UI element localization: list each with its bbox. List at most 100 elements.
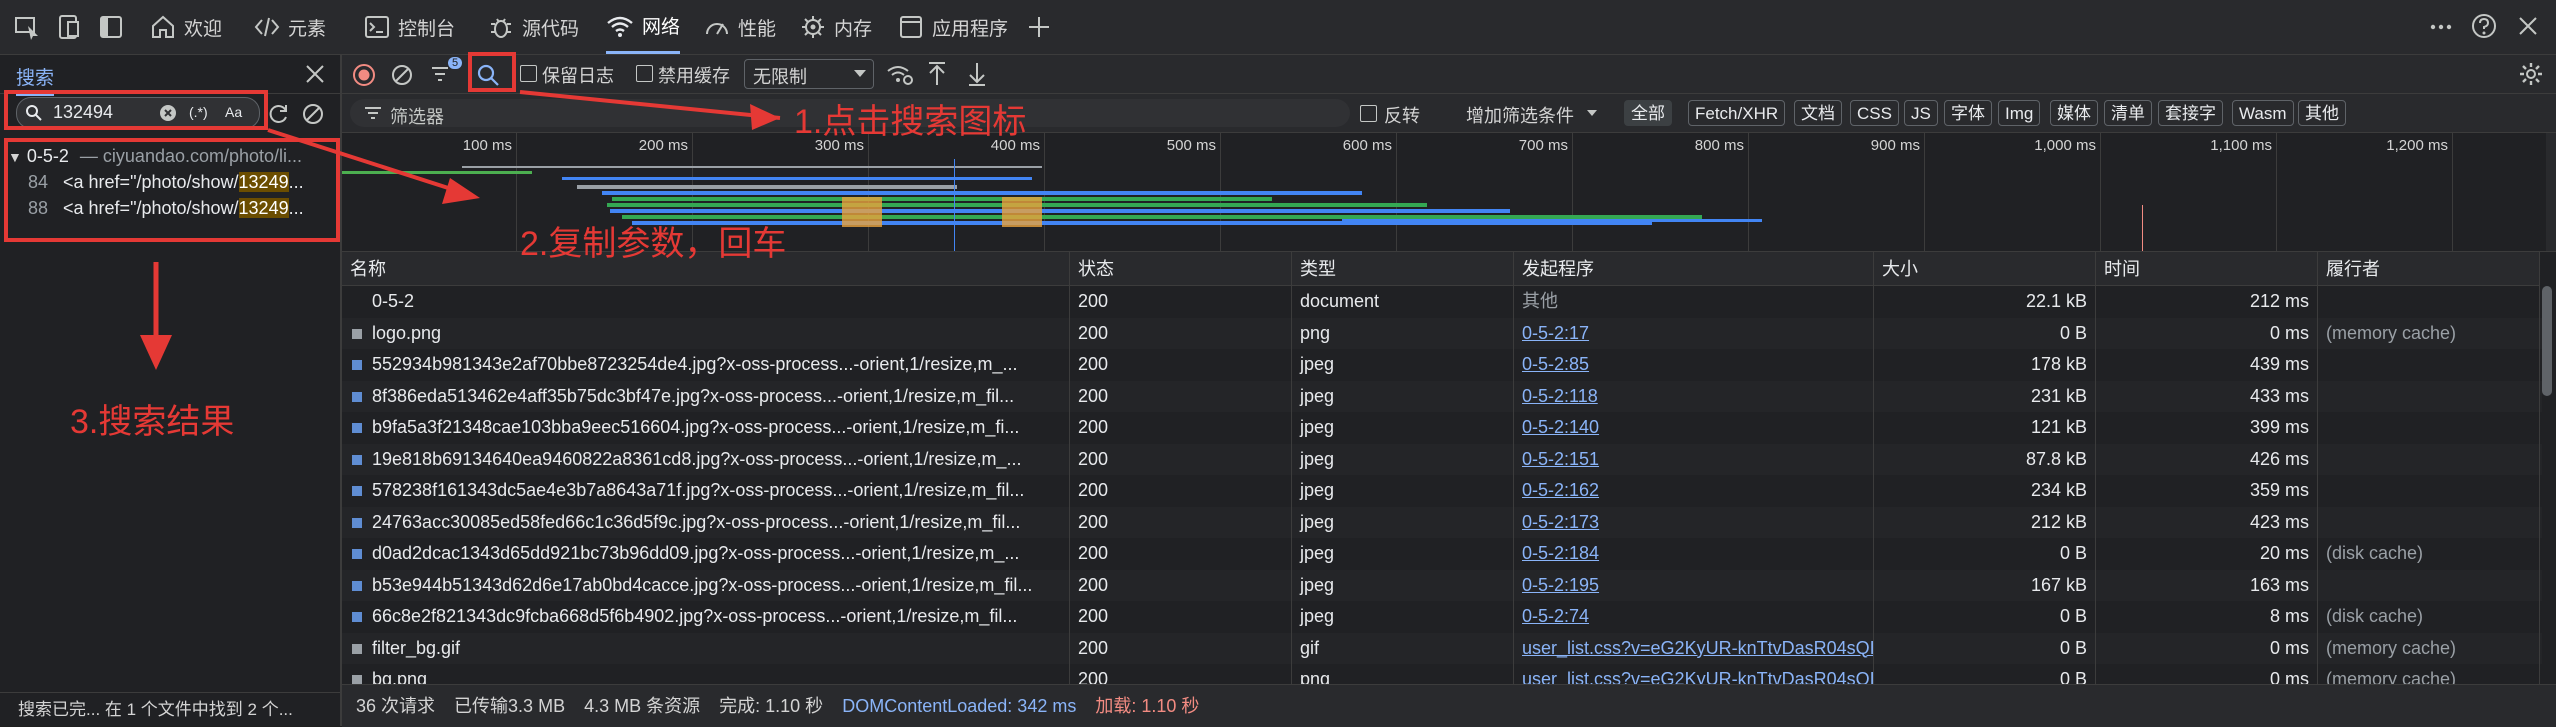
device-toolbar-icon[interactable]: [54, 12, 84, 42]
clear-results-icon[interactable]: [302, 103, 324, 125]
overview-scrollbar[interactable]: [2546, 133, 2556, 251]
disable-cache-checkbox[interactable]: [636, 65, 653, 82]
cell-initiator[interactable]: 0-5-2:74: [1514, 601, 1874, 633]
column-header-status[interactable]: 状态: [1070, 252, 1292, 286]
table-row[interactable]: 19e818b69134640ea9460822a8361cd8.jpg?x-o…: [342, 443, 2542, 475]
cell-name: 8f386eda513462e4aff35b75dc3bf47e.jpg?x-o…: [342, 380, 1070, 412]
table-row[interactable]: b9fa5a3f21348cae103bba9eec516604.jpg?x-o…: [342, 412, 2542, 444]
invert-checkbox[interactable]: [1360, 105, 1377, 122]
column-header-time[interactable]: 时间: [2096, 252, 2318, 286]
table-row[interactable]: b53e944b51343d62d6e17ab0bd4cacce.jpg?x-o…: [342, 569, 2542, 601]
cell-fulfilled: (memory cache): [2318, 664, 2540, 684]
cell-name: logo.png: [342, 317, 1070, 349]
cell-initiator[interactable]: 0-5-2:85: [1514, 349, 1874, 381]
close-search-panel-icon[interactable]: [304, 63, 326, 85]
table-row[interactable]: 66c8e2f821343dc9fcba668d5f6b4902.jpg?x-o…: [342, 601, 2542, 633]
cell-status: 200: [1070, 286, 1292, 318]
more-filters-dropdown[interactable]: 增加筛选条件: [1466, 102, 1574, 128]
filter-type-font[interactable]: 字体: [1944, 100, 1992, 126]
tab-application[interactable]: 应用程序: [898, 0, 1008, 54]
cell-initiator[interactable]: user_list.css?v=eG2KyUR-knTtvDasR04sQI: [1514, 664, 1874, 684]
more-options-icon[interactable]: [2428, 14, 2454, 40]
load-time: 加载: 1.10 秒: [1095, 696, 1200, 716]
cell-initiator[interactable]: 0-5-2:184: [1514, 538, 1874, 570]
cell-time: 0 ms: [2096, 664, 2318, 684]
add-tab-icon[interactable]: [1026, 14, 1052, 40]
clear-icon[interactable]: [390, 63, 414, 87]
tab-console[interactable]: 控制台: [364, 0, 455, 54]
cell-initiator[interactable]: 0-5-2:118: [1514, 380, 1874, 412]
cell-size: 0 B: [1874, 664, 2096, 684]
cell-fulfilled: [2318, 475, 2540, 507]
record-icon[interactable]: [352, 63, 376, 87]
cell-initiator[interactable]: 0-5-2:173: [1514, 506, 1874, 538]
help-icon[interactable]: [2470, 12, 2498, 40]
cell-initiator[interactable]: 0-5-2:17: [1514, 317, 1874, 349]
column-header-initiator[interactable]: 发起程序: [1514, 252, 1874, 286]
table-row[interactable]: 578238f161343dc5ae4e3b7a8643a71f.jpg?x-o…: [342, 475, 2542, 507]
filter-type-doc[interactable]: 文档: [1794, 100, 1842, 126]
cell-status: 200: [1070, 506, 1292, 538]
tab-elements[interactable]: 元素: [254, 0, 326, 54]
cell-initiator[interactable]: 0-5-2:195: [1514, 569, 1874, 601]
tab-label: 网络: [642, 17, 681, 38]
cell-name: b53e944b51343d62d6e17ab0bd4cacce.jpg?x-o…: [342, 569, 1070, 601]
inspect-element-icon[interactable]: [12, 12, 42, 42]
table-row[interactable]: bg.png 200 png user_list.css?v=eG2KyUR-knTt…: [342, 664, 2542, 684]
tab-network[interactable]: 网络: [606, 0, 681, 54]
timeline-tick-label: 100 ms: [462, 137, 512, 154]
waterfall-bar: [1002, 197, 1042, 227]
tab-performance[interactable]: 性能: [704, 0, 776, 54]
import-har-icon[interactable]: [926, 61, 948, 87]
cell-size: 167 kB: [1874, 569, 2096, 601]
filter-type-wasm[interactable]: Wasm: [2232, 100, 2294, 126]
cell-type: gif: [1292, 632, 1514, 664]
filter-type-img[interactable]: Img: [1998, 100, 2041, 126]
timeline-gridline: [2100, 133, 2101, 251]
cell-time: 0 ms: [2096, 632, 2318, 664]
table-row[interactable]: 552934b981343e2af70bbe8723254de4.jpg?x-o…: [342, 349, 2542, 381]
dock-sidebar-icon[interactable]: [96, 12, 126, 42]
timeline-tick-label: 900 ms: [1870, 137, 1920, 154]
filter-type-socket[interactable]: 套接字: [2158, 100, 2223, 126]
cell-type: png: [1292, 664, 1514, 684]
table-row[interactable]: 24763acc30085ed58fed66c1c36d5f9c.jpg?x-o…: [342, 506, 2542, 538]
table-row[interactable]: 8f386eda513462e4aff35b75dc3bf47e.jpg?x-o…: [342, 380, 2542, 412]
cell-initiator[interactable]: 0-5-2:151: [1514, 443, 1874, 475]
column-header-size[interactable]: 大小: [1874, 252, 2096, 286]
settings-gear-icon[interactable]: [2518, 61, 2544, 87]
filter-type-manifest[interactable]: 清单: [2104, 100, 2152, 126]
table-row[interactable]: filter_bg.gif 200 gif user_list.css?v=eG2Ky…: [342, 632, 2542, 664]
cell-initiator[interactable]: 0-5-2:140: [1514, 412, 1874, 444]
wifi-icon: [607, 16, 633, 37]
filter-type-js[interactable]: JS: [1904, 100, 1938, 126]
preserve-log-checkbox[interactable]: [520, 65, 537, 82]
filter-type-all[interactable]: 全部: [1624, 100, 1672, 126]
tab-memory[interactable]: 内存: [800, 0, 872, 54]
filter-type-other[interactable]: 其他: [2298, 100, 2346, 126]
cell-size: 0 B: [1874, 632, 2096, 664]
filter-type-media[interactable]: 媒体: [2050, 100, 2098, 126]
table-row[interactable]: logo.png 200 png 0-5-2:17 0 B0 ms (memory cac…: [342, 317, 2542, 349]
cell-name: bg.png: [342, 664, 1070, 684]
tab-sources[interactable]: 源代码: [488, 0, 579, 54]
throttle-select[interactable]: 无限制: [744, 59, 874, 89]
tab-welcome[interactable]: 欢迎: [150, 0, 222, 54]
cell-type: jpeg: [1292, 412, 1514, 444]
column-header-type[interactable]: 类型: [1292, 252, 1514, 286]
refresh-search-icon[interactable]: [268, 103, 290, 125]
filter-type-fetch-xhr[interactable]: Fetch/XHR: [1688, 100, 1786, 126]
cell-initiator[interactable]: user_list.css?v=eG2KyUR-knTtvDasR04sQI: [1514, 632, 1874, 664]
timeline-tick-label: 600 ms: [1342, 137, 1392, 154]
close-devtools-icon[interactable]: [2516, 14, 2540, 38]
filter-type-css[interactable]: CSS: [1850, 100, 1899, 126]
table-row[interactable]: 0-5-2 200 document 其他 22.1 kB 212 ms: [342, 286, 2542, 318]
network-conditions-icon[interactable]: [886, 63, 914, 87]
table-row[interactable]: d0ad2dcac1343d65dd921bc73b96dd09.jpg?x-o…: [342, 538, 2542, 570]
table-scrollbar[interactable]: [2542, 286, 2552, 396]
cell-initiator[interactable]: 0-5-2:162: [1514, 475, 1874, 507]
cell-fulfilled: (disk cache): [2318, 538, 2540, 570]
cell-size: 234 kB: [1874, 475, 2096, 507]
column-header-fulfilled[interactable]: 履行者: [2318, 252, 2540, 286]
export-har-icon[interactable]: [966, 61, 988, 87]
